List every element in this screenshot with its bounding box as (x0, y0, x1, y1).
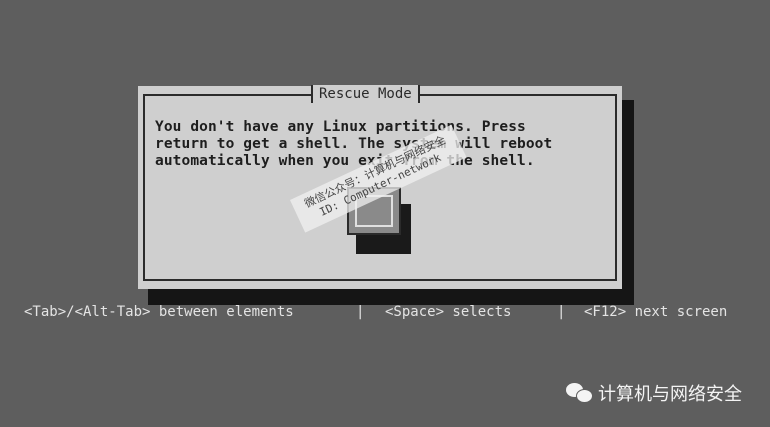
status-separator: | (557, 304, 566, 320)
dialog-title: Rescue Mode (311, 85, 420, 103)
status-hint-f12: <F12> next screen (584, 304, 728, 320)
status-hint-tab: <Tab>/<Alt-Tab> between elements (24, 304, 294, 320)
screen-background: Rescue Mode You don't have any Linux par… (0, 0, 770, 427)
status-separator: | (356, 304, 365, 320)
status-hint-space: <Space> selects (385, 304, 512, 320)
status-bar: <Tab>/<Alt-Tab> between elements | <Spac… (0, 304, 770, 423)
